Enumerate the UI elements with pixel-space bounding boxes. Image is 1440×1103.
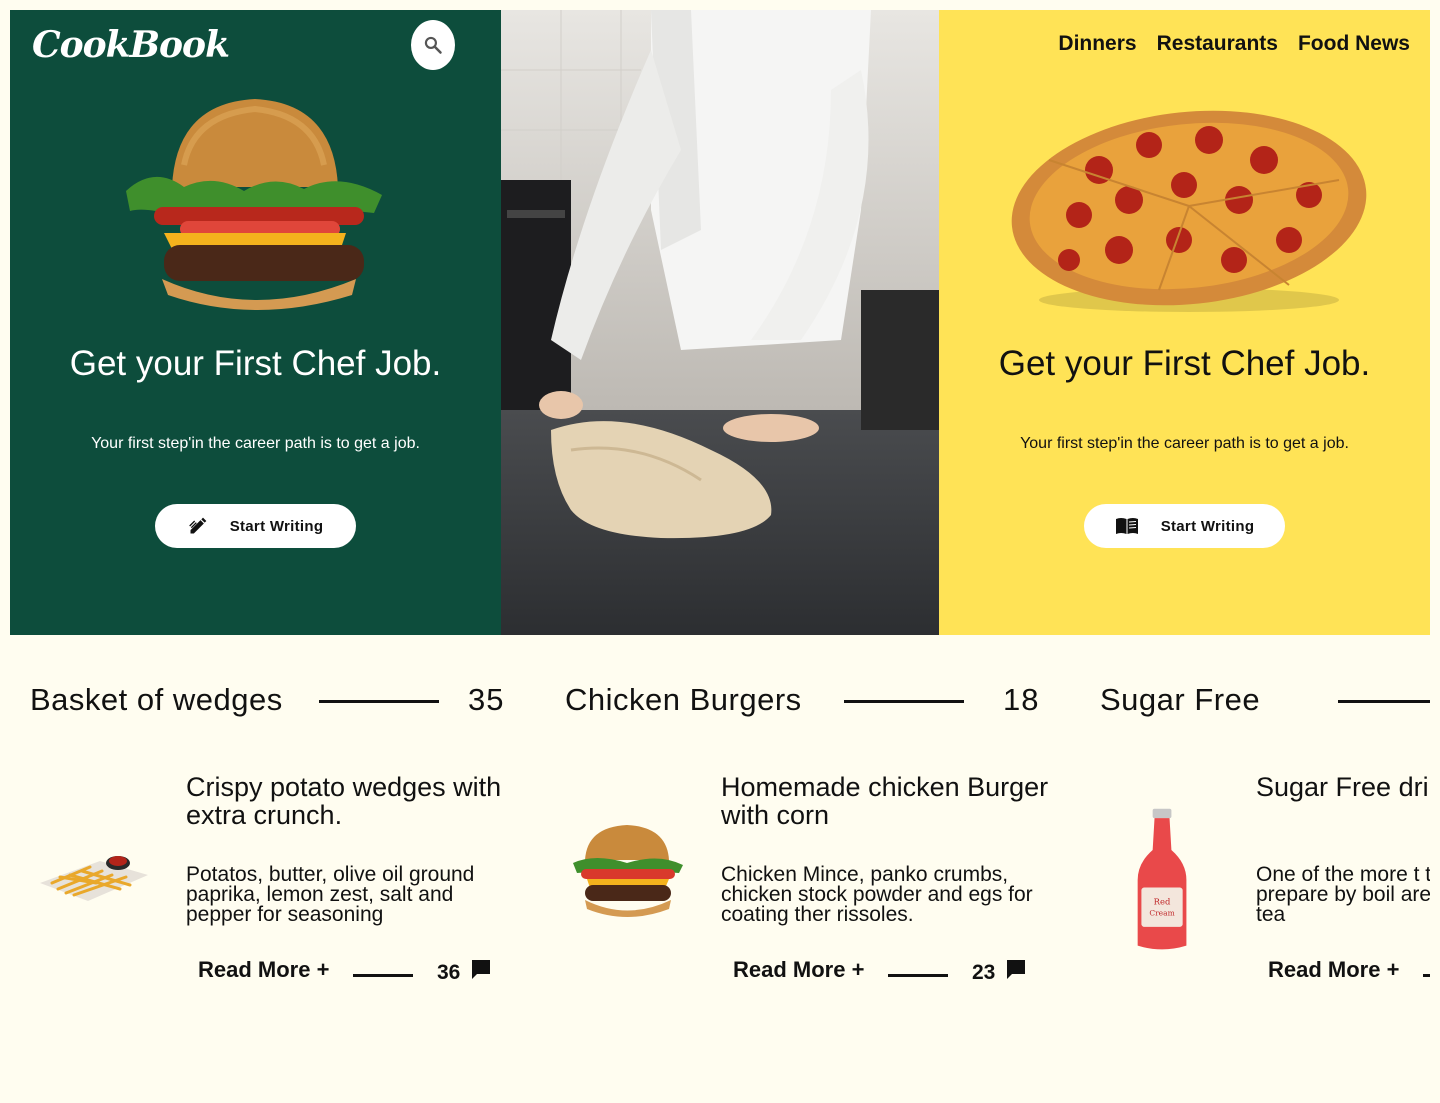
hero-panel-left: CookBook Get your First Chef Job. Your f…: [10, 10, 501, 635]
hero-title-right: Get your First Chef Job.: [998, 344, 1371, 383]
burger-image: [126, 99, 382, 310]
start-writing-button[interactable]: Start Writing: [155, 504, 356, 548]
comment-count: 23: [972, 961, 996, 984]
pizza-image: [1011, 110, 1367, 312]
hero-subtitle: Your first step'in the career path is to…: [91, 435, 420, 452]
heading-divider: [319, 700, 439, 703]
read-more-divider: [353, 974, 413, 977]
read-more-link[interactable]: Read More +: [1268, 957, 1399, 983]
chef-kneading-dough-photo: [501, 10, 939, 635]
card-title: Sugar Free dri your thirsty: [1256, 772, 1430, 802]
hero-photo-panel: [501, 10, 939, 635]
start-writing-label: Start Writing: [229, 517, 324, 535]
svg-text:Red: Red: [1154, 896, 1171, 906]
hero-banner: CookBook Get your First Chef Job. Your f…: [10, 10, 1430, 635]
recipe-cards: Basket of wedges 35 Crispy potato wedges…: [0, 635, 1440, 1103]
comment-icon[interactable]: [1006, 959, 1026, 981]
card-heading: Basket of wedges: [30, 682, 283, 717]
menu-book-icon: [1115, 518, 1138, 534]
recipe-card-sugar-free: Sugar Free Red Cream Sugar Free dri your…: [1080, 635, 1430, 1035]
nav-dinners[interactable]: Dinners: [1058, 32, 1136, 56]
svg-text:Cream: Cream: [1149, 909, 1174, 918]
search-button[interactable]: [411, 20, 455, 70]
card-heading: Chicken Burgers: [565, 682, 802, 717]
burger-image: [573, 825, 683, 917]
start-writing-label-right: Start Writing: [1160, 517, 1255, 535]
read-more-divider: [1423, 974, 1430, 977]
card-heading: Sugar Free: [1100, 682, 1261, 717]
comment-icon[interactable]: [471, 959, 491, 981]
hero-title: Get your First Chef Job.: [69, 344, 442, 383]
cookbook-logo[interactable]: CookBook: [32, 24, 230, 66]
edit-pencil-icon: [188, 517, 207, 534]
card-count: 35: [468, 682, 505, 717]
card-count: 18: [1003, 682, 1040, 717]
nav-restaurants[interactable]: Restaurants: [1157, 32, 1278, 56]
nav-food-news[interactable]: Food News: [1298, 32, 1410, 56]
red-soda-bottle-image: Red Cream: [1137, 808, 1187, 950]
card-description: One of the more t to prepare by boil are…: [1256, 863, 1430, 926]
hero-subtitle-right: Your first step'in the career path is to…: [1020, 435, 1349, 452]
heading-divider: [844, 700, 964, 703]
card-title: Homemade chicken Burger with corn: [721, 772, 1049, 830]
read-more-link[interactable]: Read More +: [733, 957, 864, 983]
recipe-card-chicken-burgers: Chicken Burgers 18 Homemade chicken Burg…: [545, 635, 1065, 1035]
comment-count: 36: [437, 961, 461, 984]
card-description: Potatos, butter, olive oil ground paprik…: [186, 863, 475, 926]
card-title: Crispy potato wedges with extra crunch.: [186, 772, 502, 830]
hero-panel-right: Dinners Restaurants Food News Get your F…: [939, 10, 1430, 635]
read-more-link[interactable]: Read More +: [198, 957, 329, 983]
search-icon: [424, 36, 442, 54]
main-nav: Dinners Restaurants Food News: [1058, 32, 1410, 56]
recipe-card-wedges: Basket of wedges 35 Crispy potato wedges…: [10, 635, 530, 1035]
heading-divider: [1338, 700, 1430, 703]
card-description: Chicken Mince, panko crumbs, chicken sto…: [721, 863, 1033, 926]
start-writing-button-right[interactable]: Start Writing: [1084, 504, 1285, 548]
fries-basket-image: [40, 856, 148, 901]
read-more-divider: [888, 974, 948, 977]
